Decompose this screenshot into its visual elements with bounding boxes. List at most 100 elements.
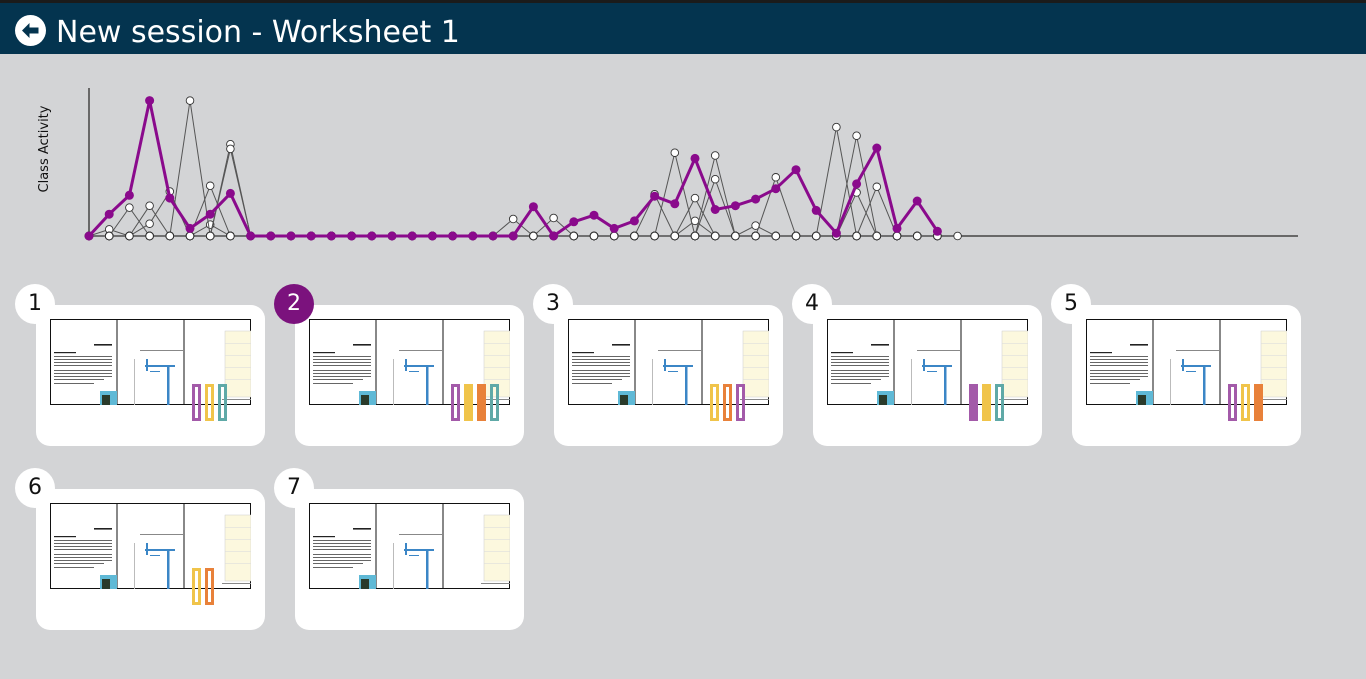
student-series-14-point[interactable] xyxy=(710,174,720,184)
highlight-series-point[interactable] xyxy=(892,223,902,233)
page-thumbnail-card[interactable] xyxy=(36,489,265,630)
student-series-16-point[interactable] xyxy=(125,231,134,241)
student-series-16-point[interactable] xyxy=(771,231,781,241)
page-number-badge[interactable]: 6 xyxy=(15,468,55,508)
highlight-series-point[interactable] xyxy=(306,231,316,241)
student-series-3-point[interactable] xyxy=(185,96,195,105)
back-button[interactable] xyxy=(15,15,46,46)
student-marker[interactable] xyxy=(205,384,214,421)
student-series-16-point[interactable] xyxy=(529,231,538,241)
student-series-16-point[interactable] xyxy=(791,231,801,241)
student-series-2-point[interactable] xyxy=(125,203,134,212)
student-series-13-point[interactable] xyxy=(710,151,720,160)
student-series-9-point[interactable] xyxy=(508,214,518,224)
page-thumbnail-card[interactable] xyxy=(36,305,265,446)
highlight-series-point[interactable] xyxy=(872,143,882,153)
page-thumbnail-card[interactable] xyxy=(813,305,1042,446)
highlight-series-point[interactable] xyxy=(407,231,417,241)
page-thumbnail-card[interactable] xyxy=(554,305,783,446)
highlight-series-point[interactable] xyxy=(508,231,518,241)
student-marker[interactable] xyxy=(982,384,991,421)
highlight-series-point[interactable] xyxy=(145,96,155,106)
page-thumbnail-card[interactable] xyxy=(295,489,524,630)
highlight-series-point[interactable] xyxy=(528,202,538,212)
student-series-16-point[interactable] xyxy=(589,231,599,241)
page-number-badge[interactable]: 1 xyxy=(15,284,55,324)
student-series-6-point[interactable] xyxy=(205,181,215,191)
highlight-series-point[interactable] xyxy=(549,231,559,241)
student-series-16-point[interactable] xyxy=(165,231,175,241)
highlight-series-point[interactable] xyxy=(448,231,458,241)
page-number-badge[interactable]: 3 xyxy=(533,284,573,324)
highlight-series-point[interactable] xyxy=(427,231,437,241)
student-marker[interactable] xyxy=(1254,384,1263,421)
highlight-series-point[interactable] xyxy=(488,231,498,241)
page-number-badge[interactable]: 2 xyxy=(274,284,314,324)
highlight-series-point[interactable] xyxy=(852,179,862,189)
page-number-badge[interactable]: 4 xyxy=(792,284,832,324)
highlight-series-point[interactable] xyxy=(165,193,175,203)
highlight-series-point[interactable] xyxy=(326,231,336,241)
student-marker[interactable] xyxy=(192,568,201,605)
student-marker[interactable] xyxy=(464,384,473,421)
highlight-series-point[interactable] xyxy=(811,205,821,215)
student-series-16-point[interactable] xyxy=(185,231,195,241)
student-series-16-point[interactable] xyxy=(226,231,235,241)
student-series-16-point[interactable] xyxy=(872,182,882,192)
page-number-badge[interactable]: 5 xyxy=(1051,284,1091,324)
student-series-16-point[interactable] xyxy=(569,231,579,241)
highlight-series-point[interactable] xyxy=(347,231,357,241)
student-series-16-point[interactable] xyxy=(609,231,619,241)
student-series-16-point[interactable] xyxy=(205,231,215,241)
student-series-16-point[interactable] xyxy=(731,231,740,241)
highlight-series-point[interactable] xyxy=(84,231,94,241)
student-series-10-point[interactable] xyxy=(549,213,558,223)
student-marker[interactable] xyxy=(723,384,732,421)
student-series-5-point[interactable] xyxy=(145,201,154,210)
student-marker[interactable] xyxy=(477,384,486,421)
student-series-7-point[interactable] xyxy=(226,144,235,154)
student-marker[interactable] xyxy=(995,384,1004,421)
highlight-series-point[interactable] xyxy=(690,153,700,163)
page-thumbnail-card[interactable] xyxy=(295,305,524,446)
student-series-15-point[interactable] xyxy=(953,231,962,241)
highlight-series-point[interactable] xyxy=(751,194,761,204)
student-series-16-point[interactable] xyxy=(145,231,154,241)
student-series-3-point[interactable] xyxy=(832,122,841,132)
highlight-series-point[interactable] xyxy=(569,217,579,227)
student-marker[interactable] xyxy=(736,384,745,421)
student-marker[interactable] xyxy=(490,384,499,421)
page-number-badge[interactable]: 7 xyxy=(274,468,314,508)
highlight-series-point[interactable] xyxy=(912,196,922,206)
highlight-series-point[interactable] xyxy=(104,209,114,219)
highlight-series-point[interactable] xyxy=(730,201,740,211)
highlight-series-point[interactable] xyxy=(791,165,801,175)
student-series-16-point[interactable] xyxy=(912,231,922,241)
highlight-series-point[interactable] xyxy=(246,231,256,241)
student-series-15-point[interactable] xyxy=(872,231,882,241)
highlight-series-point[interactable] xyxy=(650,191,660,201)
student-series-15-point[interactable] xyxy=(771,173,781,182)
highlight-series-point[interactable] xyxy=(771,184,781,194)
student-series-16-point[interactable] xyxy=(811,231,821,241)
student-marker[interactable] xyxy=(969,384,978,421)
student-marker[interactable] xyxy=(710,384,719,421)
student-marker[interactable] xyxy=(192,384,201,421)
highlight-series-point[interactable] xyxy=(286,231,296,241)
student-series-2-point[interactable] xyxy=(690,193,700,203)
highlight-series-point[interactable] xyxy=(266,231,276,241)
student-series-16-point[interactable] xyxy=(710,231,720,241)
student-series-16-point[interactable] xyxy=(852,231,861,241)
highlight-series-point[interactable] xyxy=(609,223,619,233)
student-series-8-point[interactable] xyxy=(145,219,154,228)
highlight-series-point[interactable] xyxy=(185,223,195,233)
highlight-series-point[interactable] xyxy=(468,231,478,241)
student-series-16-point[interactable] xyxy=(751,231,760,241)
highlight-series-point[interactable] xyxy=(831,228,841,238)
student-series-16-point[interactable] xyxy=(630,231,639,241)
student-series-16-point[interactable] xyxy=(650,231,659,241)
highlight-series-point[interactable] xyxy=(710,205,720,214)
student-series-16-point[interactable] xyxy=(892,231,902,241)
student-series-16-point[interactable] xyxy=(690,231,700,241)
page-thumbnail-card[interactable] xyxy=(1072,305,1301,446)
